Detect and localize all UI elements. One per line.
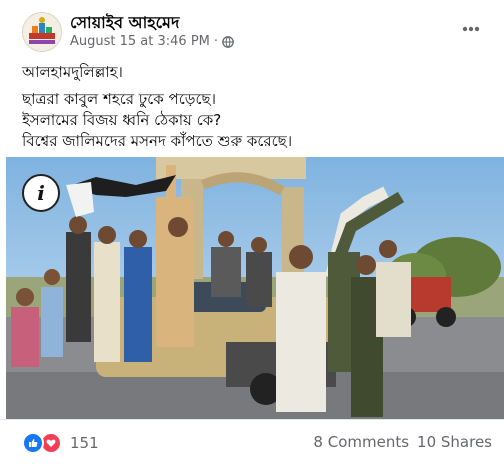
meta-separator: ·: [213, 34, 219, 49]
post-header: সোয়াইব আহমেদ August 15 at 3:46 PM ·: [0, 0, 504, 60]
facebook-post-card: সোয়াইব আহমেদ August 15 at 3:46 PM · আলহ…: [0, 0, 504, 464]
comments-count-link[interactable]: 8 Comments: [313, 433, 409, 451]
post-meta: August 15 at 3:46 PM ·: [70, 34, 234, 49]
post-text-line: ইসলামের বিজয় ধ্বনি ঠেকায় কে?: [22, 111, 222, 129]
like-icon: [22, 432, 44, 454]
author-avatar[interactable]: [22, 12, 62, 52]
reactions-summary[interactable]: 151: [22, 432, 99, 454]
post-text-line: আলহামদুলিল্লাহ।: [22, 63, 123, 81]
post-photo[interactable]: [6, 157, 504, 419]
crowd-on-car-photo: [6, 157, 504, 419]
avatar-image: [23, 13, 61, 51]
globe-icon[interactable]: [222, 35, 234, 48]
more-options-button[interactable]: [460, 18, 482, 40]
more-horizontal-icon: [462, 26, 480, 32]
engagement-stats: 8 Comments 10 Shares: [313, 433, 492, 451]
info-icon[interactable]: i: [22, 174, 60, 212]
post-text: আলহামদুলিল্লাহ। ছাত্ররা কাবুল শহরে ঢুকে …: [22, 62, 492, 152]
post-text-line: ছাত্ররা কাবুল শহরে ঢুকে পড়েছে।: [22, 90, 216, 108]
post-text-line: বিশ্বের জালিমদের মসনদ কাঁপতে শুরু করেছে।: [22, 132, 293, 150]
shares-count-link[interactable]: 10 Shares: [417, 433, 492, 451]
author-name[interactable]: সোয়াইব আহমেদ: [70, 10, 179, 37]
post-timestamp[interactable]: August 15 at 3:46 PM: [70, 34, 210, 49]
post-footer: 151 8 Comments 10 Shares: [0, 419, 504, 464]
reaction-count: 151: [70, 434, 99, 452]
